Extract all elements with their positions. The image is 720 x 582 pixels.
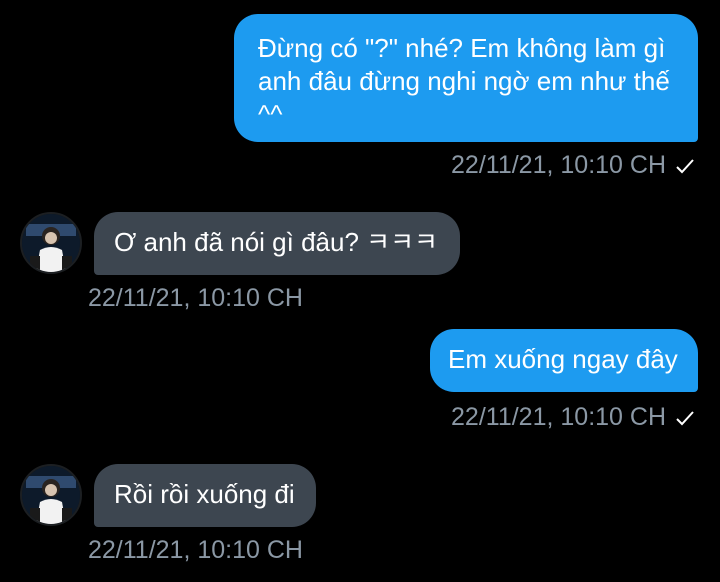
message-line: Đừng có "?" nhé? Em không làm gì — [258, 33, 666, 63]
message-bubble-incoming[interactable]: Rồi rồi xuống đi — [94, 464, 316, 527]
message-line: Rồi rồi xuống đi — [114, 479, 295, 509]
message-line: Em xuống ngay đây — [448, 344, 678, 374]
message-meta: 22/11/21, 10:10 CH — [451, 402, 694, 432]
check-icon — [676, 411, 694, 426]
message-line: anh đâu đừng nghi ngờ em như thế — [258, 66, 670, 96]
message-meta: 22/11/21, 10:10 CH — [88, 283, 303, 313]
avatar[interactable] — [20, 464, 82, 526]
message-line: ^^ — [258, 99, 283, 129]
avatar[interactable] — [20, 212, 82, 274]
timestamp: 22/11/21, 10:10 CH — [451, 403, 666, 431]
check-icon — [676, 159, 694, 174]
timestamp: 22/11/21, 10:10 CH — [451, 151, 666, 179]
chat-screen: { "colors": { "background": "#000000", "… — [0, 0, 720, 582]
avatar-image — [22, 214, 80, 272]
message-bubble-outgoing[interactable]: Em xuống ngay đây — [430, 329, 698, 392]
avatar-image — [22, 466, 80, 524]
message-bubble-incoming[interactable]: Ơ anh đã nói gì đâu? ㅋㅋㅋ — [94, 212, 460, 275]
timestamp: 22/11/21, 10:10 CH — [88, 536, 303, 564]
message-bubble-outgoing[interactable]: Đừng có "?" nhé? Em không làm gì anh đâu… — [234, 14, 698, 142]
message-line: Ơ anh đã nói gì đâu? ㅋㅋㅋ — [114, 227, 438, 257]
timestamp: 22/11/21, 10:10 CH — [88, 284, 303, 312]
message-meta: 22/11/21, 10:10 CH — [451, 150, 694, 180]
message-meta: 22/11/21, 10:10 CH — [88, 535, 303, 565]
